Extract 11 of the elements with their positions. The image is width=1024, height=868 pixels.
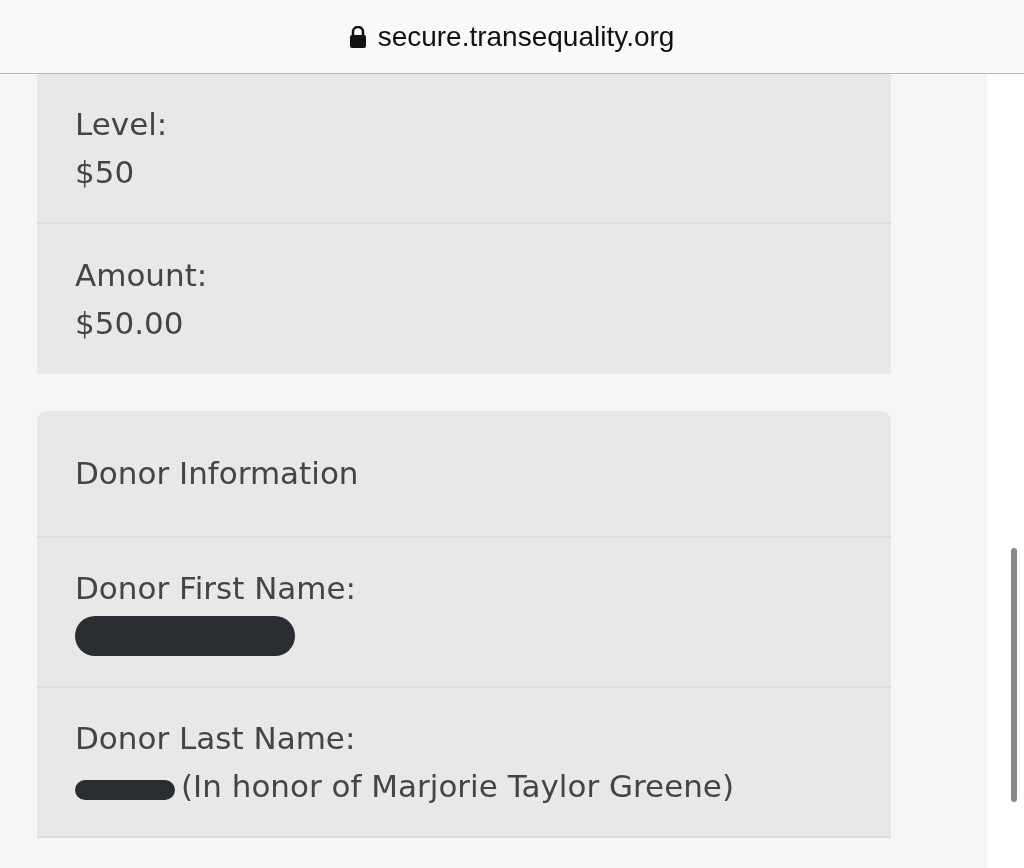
field-label: Donor First Name: bbox=[75, 569, 358, 608]
field-label: Level: bbox=[75, 105, 169, 144]
field-label: Donor Last Name: bbox=[75, 719, 357, 758]
scrollbar[interactable] bbox=[1011, 548, 1017, 802]
field-value: (In honor of Marjorie Taylor Greene) bbox=[181, 767, 735, 806]
section-title: Donor Information bbox=[75, 454, 359, 494]
field-value: $50 bbox=[75, 153, 135, 192]
url-text: secure.transequality.org bbox=[377, 19, 675, 54]
address-bar[interactable]: secure.transequality.org bbox=[0, 0, 1024, 74]
field-value: $50.00 bbox=[75, 304, 184, 343]
field-label: Amount: bbox=[75, 256, 209, 295]
